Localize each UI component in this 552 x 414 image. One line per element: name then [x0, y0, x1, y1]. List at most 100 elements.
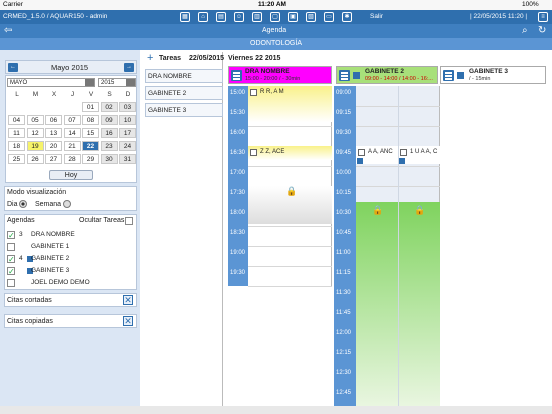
agenda-checkbox[interactable]: ✓: [7, 255, 15, 264]
briefcase-icon[interactable]: ▣: [288, 12, 298, 22]
menu-icon[interactable]: ≡: [538, 12, 548, 22]
year-select[interactable]: 2015: [98, 78, 136, 87]
appointment-z-z-ace[interactable]: Z Z, ACE: [248, 148, 284, 157]
calendar-list-icon[interactable]: ▥: [252, 12, 262, 22]
settings-icon[interactable]: ✱: [342, 12, 352, 22]
agenda-checkbox[interactable]: ✓: [7, 231, 15, 240]
calendar-day[interactable]: 20: [45, 141, 62, 151]
calendar-day[interactable]: 04: [8, 115, 25, 125]
clipboard-icon[interactable]: ▢: [270, 12, 280, 22]
cabinet-icon: [457, 72, 464, 79]
calendar-day[interactable]: 18: [8, 141, 25, 151]
agenda-item[interactable]: ✓ GABINETE 3: [7, 265, 131, 277]
calendar-day[interactable]: 27: [45, 154, 62, 164]
view-mode-title: Modo visualización: [7, 189, 67, 196]
calendar-icon[interactable]: ▦: [180, 12, 190, 22]
page-title: Agenda: [262, 27, 287, 34]
user-icon[interactable]: ☺: [234, 12, 244, 22]
navigation-bar: ⇦ Agenda ⌕ ↻: [0, 24, 552, 38]
agenda-checkbox[interactable]: ✓: [7, 267, 15, 276]
clear-cut-icon[interactable]: ✕: [123, 295, 133, 305]
calendar-day[interactable]: 24: [119, 141, 136, 151]
chart-icon[interactable]: ▧: [306, 12, 316, 22]
calendar-day[interactable]: 02: [100, 102, 118, 112]
month-select[interactable]: MAYO: [7, 78, 95, 87]
column-menu-icon[interactable]: [443, 70, 454, 81]
document-icon[interactable]: ▤: [216, 12, 226, 22]
calendar-day[interactable]: 23: [100, 141, 118, 151]
calendar-day[interactable]: 31: [119, 154, 136, 164]
clear-copied-icon[interactable]: ✕: [123, 316, 133, 326]
calendar-day[interactable]: 06: [45, 115, 62, 125]
calendar-day[interactable]: 30: [100, 154, 118, 164]
time-label: 16:00: [230, 130, 246, 136]
task-item-dra-nombre[interactable]: DRA NOMBRE: [145, 69, 223, 83]
agenda-checkbox[interactable]: [7, 243, 15, 251]
calendar-day[interactable]: 11: [8, 128, 25, 138]
today-button[interactable]: Hoy: [49, 170, 93, 180]
lock-icon: 🔒: [414, 205, 426, 215]
calendar-day[interactable]: 29: [82, 154, 99, 164]
time-label: 12:30: [336, 370, 352, 376]
next-month-button[interactable]: →: [124, 63, 134, 72]
appointment-a-a-anc[interactable]: A A, ANC: [356, 148, 393, 157]
calendar-day[interactable]: 09: [100, 115, 118, 125]
weekday-label: J: [70, 91, 75, 98]
agenda-item[interactable]: JOEL DEMO DEMO: [7, 277, 131, 289]
calendar-day[interactable]: 10: [119, 115, 136, 125]
time-label: 12:00: [336, 330, 352, 336]
cut-appointments-title: Citas cortadas: [7, 297, 52, 304]
calendar-day[interactable]: 15: [82, 128, 99, 138]
exit-button[interactable]: Salir: [370, 13, 383, 20]
appointment-r-r-a-m[interactable]: R R, A M: [248, 88, 284, 97]
calendar-day[interactable]: 03: [119, 102, 136, 112]
agenda-count: 3: [19, 231, 23, 238]
task-item-gabinete-2[interactable]: GABINETE 2: [145, 86, 223, 100]
search-icon[interactable]: ⌕: [522, 25, 528, 36]
calendar-day[interactable]: 14: [63, 128, 81, 138]
calendar-day[interactable]: 17: [119, 128, 136, 138]
calendar-day[interactable]: 12: [26, 128, 44, 138]
week-radio[interactable]: [63, 200, 71, 208]
cabinet-icon: [357, 158, 363, 164]
column-header-gabinete-3[interactable]: GABINETE 3 / - 15min: [440, 66, 546, 84]
home-icon[interactable]: ⌂: [198, 12, 208, 22]
agenda-item[interactable]: ✓ 4 GABINETE 2: [7, 253, 131, 265]
day-radio[interactable]: [19, 200, 27, 208]
column-header-gabinete-2[interactable]: GABINETE 2 09:00 - 14:00 / 14:00 - 16:..…: [336, 66, 438, 84]
calendar-day[interactable]: 22: [82, 141, 99, 151]
calendar-day[interactable]: 26: [26, 154, 44, 164]
cut-appointments-panel: Citas cortadas ✕: [4, 293, 137, 307]
calendar-day[interactable]: 07: [63, 115, 81, 125]
time-label: 19:30: [230, 270, 246, 276]
calendar-day[interactable]: 13: [45, 128, 62, 138]
weekday-label: V: [88, 91, 94, 98]
time-label: 12:15: [336, 350, 352, 356]
prev-month-button[interactable]: ←: [8, 63, 18, 72]
add-task-icon[interactable]: +: [147, 53, 156, 64]
calendar-day[interactable]: 01: [82, 102, 99, 112]
agenda-checkbox[interactable]: [7, 279, 15, 287]
calendar-day[interactable]: 08: [82, 115, 99, 125]
column-menu-icon[interactable]: [339, 70, 350, 81]
column-header-dra-nombre[interactable]: DRA NOMBRE 15:00 - 20:00 / - 30min: [228, 66, 332, 84]
refresh-icon[interactable]: ↻: [538, 25, 546, 36]
agenda-item[interactable]: GABINETE 1: [7, 241, 131, 253]
calendar-day[interactable]: 16: [100, 128, 118, 138]
task-item-gabinete-3[interactable]: GABINETE 3: [145, 103, 223, 117]
column-menu-icon[interactable]: [231, 70, 242, 81]
battery-label: 100%: [522, 1, 539, 8]
appointment-1-u-a-a-c[interactable]: 1 U A A, C: [398, 148, 437, 157]
hide-tasks-checkbox[interactable]: [125, 217, 133, 225]
back-arrow-icon[interactable]: ⇦: [4, 25, 12, 36]
calendar-day[interactable]: 05: [26, 115, 44, 125]
time-label: 12:45: [336, 390, 352, 396]
calendar-day[interactable]: 19: [26, 141, 44, 151]
folder-icon[interactable]: ▭: [324, 12, 334, 22]
calendar-day[interactable]: 28: [63, 154, 81, 164]
calendar-day[interactable]: 25: [8, 154, 25, 164]
calendar-day[interactable]: 21: [63, 141, 81, 151]
weekday-label: D: [125, 91, 131, 98]
time-label: 15:30: [230, 110, 246, 116]
agenda-item[interactable]: ✓ 3 DRA NOMBRE: [7, 229, 131, 241]
